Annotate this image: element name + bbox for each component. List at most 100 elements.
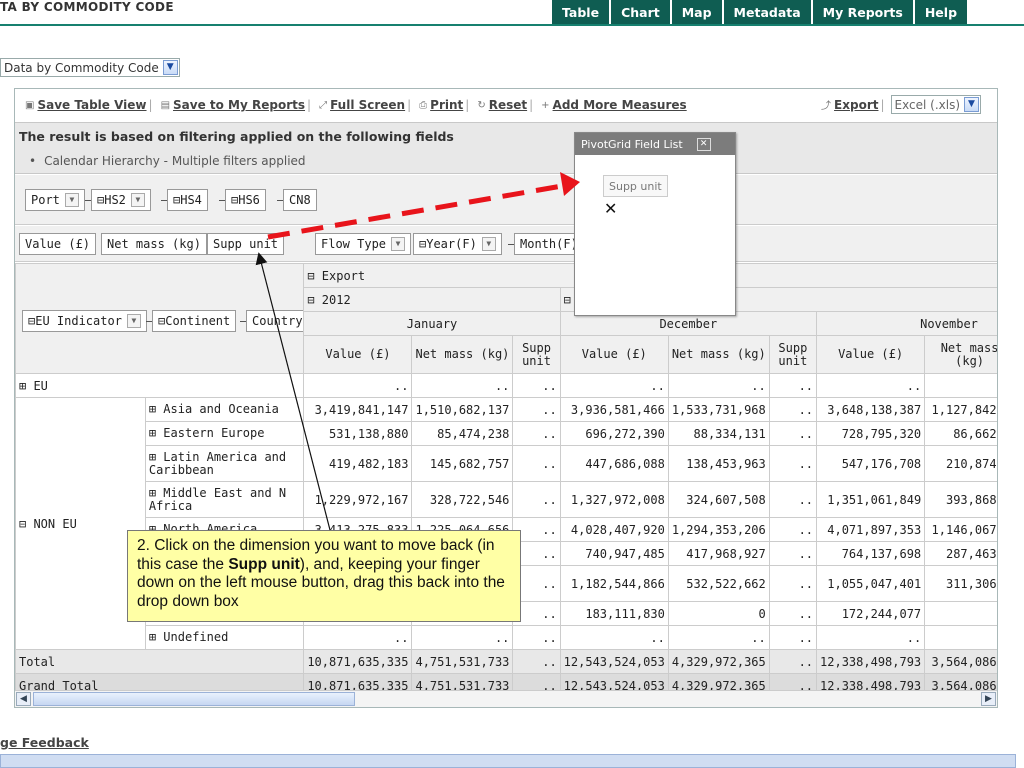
dataset-select[interactable]: Data by Commodity Code ▼ bbox=[0, 58, 180, 77]
expand-icon[interactable]: ⊞ bbox=[19, 379, 33, 393]
fullscreen-icon: ⤢ bbox=[319, 99, 328, 111]
chevron-down-icon[interactable]: ▼ bbox=[126, 314, 141, 328]
field-year[interactable]: ⊟ Year(F) ▼ bbox=[413, 233, 502, 255]
measure-header: Net mass (kg) bbox=[924, 335, 997, 374]
row-label: Undefined bbox=[163, 630, 229, 644]
collapse-icon[interactable]: ⊟ bbox=[307, 269, 321, 283]
tab-chart[interactable]: Chart bbox=[611, 0, 672, 24]
scroll-right-icon[interactable]: ▶ bbox=[981, 692, 996, 706]
expand-icon[interactable]: ⊞ bbox=[149, 630, 163, 644]
table-cell: 1,294,353,206 bbox=[667, 517, 770, 542]
export-format-select[interactable]: Excel (.xls) ▼ bbox=[890, 95, 981, 114]
expand-icon[interactable]: ⊞ bbox=[149, 426, 163, 440]
expand-icon[interactable]: ⊞ bbox=[149, 450, 163, 464]
pivot-table: ⊟ EU Indicator ▼ ⊟ Continent Country ⊟ E… bbox=[15, 263, 997, 698]
chevron-down-icon[interactable]: ▼ bbox=[64, 193, 79, 207]
table-cell: .. bbox=[768, 601, 818, 626]
table-cell: 531,138,880 bbox=[303, 421, 413, 446]
table-cell: 1,182,544,866 bbox=[559, 565, 669, 602]
tab-map[interactable]: Map bbox=[671, 0, 724, 24]
page-scrollbar[interactable] bbox=[0, 754, 1016, 768]
save-table-view-link[interactable]: Save Table View bbox=[37, 98, 146, 112]
close-icon[interactable]: ✕ bbox=[696, 137, 711, 151]
collapse-icon[interactable]: ⊟ bbox=[564, 293, 571, 307]
chevron-down-icon[interactable]: ▼ bbox=[964, 97, 979, 112]
row-header-label[interactable]: ⊞ Latin America and Caribbean bbox=[144, 445, 305, 482]
tab-help[interactable]: Help bbox=[914, 0, 968, 24]
collapse-icon[interactable]: ⊟ bbox=[419, 237, 426, 251]
field-port[interactable]: Port ▼ bbox=[25, 189, 85, 211]
divider: | bbox=[529, 98, 534, 112]
reset-link[interactable]: Reset bbox=[489, 98, 527, 112]
table-cell: .. bbox=[768, 397, 818, 422]
field-continent[interactable]: ⊟ Continent bbox=[152, 310, 237, 332]
collapse-icon[interactable]: ⊟ bbox=[231, 193, 238, 207]
tab-metadata[interactable]: Metadata bbox=[723, 0, 813, 24]
table-row: ⊞ Undefined.............. bbox=[16, 625, 997, 650]
table-cell: .. bbox=[816, 373, 926, 398]
measure-header: Supp unit bbox=[512, 335, 561, 374]
column-header-year[interactable]: ⊟ 2012 bbox=[303, 287, 561, 312]
row-header-label[interactable]: ⊞ Eastern Europe bbox=[144, 421, 305, 446]
collapse-icon[interactable]: ⊟ bbox=[19, 517, 33, 531]
collapse-icon[interactable]: ⊟ bbox=[28, 314, 35, 328]
field-hs2[interactable]: ⊟ HS2 ▼ bbox=[91, 189, 151, 211]
field-value[interactable]: Value (£) bbox=[19, 233, 97, 255]
expand-icon[interactable]: ⊞ bbox=[149, 402, 163, 416]
table-cell: 324,607,508 bbox=[667, 481, 770, 518]
field-label: CN8 bbox=[289, 193, 311, 207]
field-supp-unit[interactable]: Supp unit bbox=[207, 233, 285, 255]
table-cell: 3,419,841,147 bbox=[303, 397, 413, 422]
tab-my-reports[interactable]: My Reports bbox=[812, 0, 915, 24]
measure-header: Net mass (kg) bbox=[667, 335, 770, 374]
table-cell: 12,543,524,053 bbox=[559, 649, 669, 674]
plus-icon: + bbox=[541, 99, 550, 111]
collapse-icon[interactable]: ⊟ bbox=[307, 293, 321, 307]
table-cell: 1,533,731,968 bbox=[667, 397, 770, 422]
table-cell: 447,686,088 bbox=[559, 445, 669, 482]
collapse-icon[interactable]: ⊟ bbox=[97, 193, 104, 207]
chevron-down-icon[interactable]: ▼ bbox=[130, 193, 145, 207]
row-label: Middle East and N Africa bbox=[148, 485, 287, 513]
collapse-icon[interactable]: ⊟ bbox=[173, 193, 180, 207]
field-hs4[interactable]: ⊟ HS4 bbox=[167, 189, 208, 211]
expand-icon[interactable]: ⊞ bbox=[149, 486, 163, 500]
chevron-down-icon[interactable]: ▼ bbox=[481, 237, 496, 251]
export-link[interactable]: Export bbox=[834, 98, 878, 112]
chevron-down-icon[interactable]: ▼ bbox=[391, 237, 406, 251]
row-header-group[interactable]: ⊞ EU bbox=[15, 373, 305, 398]
row-header-group[interactable]: ⊟ NON EU bbox=[15, 397, 146, 650]
column-header-month: November bbox=[816, 311, 997, 336]
table-row: ⊞ EU.............. bbox=[15, 373, 997, 398]
field-flow-type[interactable]: Flow Type ▼ bbox=[315, 233, 412, 255]
row-header-label[interactable]: ⊞ Middle East and N Africa bbox=[144, 481, 305, 518]
table-cell: .. bbox=[667, 373, 770, 398]
scroll-left-icon[interactable]: ◀ bbox=[16, 692, 31, 706]
field-eu-indicator[interactable]: ⊟ EU Indicator ▼ bbox=[22, 310, 147, 332]
field-hs6[interactable]: ⊟ HS6 bbox=[225, 189, 266, 211]
measure-header: Value (£) bbox=[816, 335, 926, 374]
field-country[interactable]: Country bbox=[246, 310, 303, 332]
row-header-label[interactable]: ⊞ Asia and Oceania bbox=[144, 397, 305, 422]
filter-info-title: The result is based on filtering applied… bbox=[19, 129, 454, 144]
export-format-value: Excel (.xls) bbox=[894, 97, 960, 112]
print-link[interactable]: Print bbox=[430, 98, 463, 112]
export-block: ⤴ Export | Excel (.xls) ▼ bbox=[815, 95, 981, 114]
row-label: Asia and Oceania bbox=[163, 402, 279, 416]
field-list-item[interactable]: Supp unit bbox=[603, 175, 668, 197]
scroll-thumb[interactable] bbox=[33, 692, 355, 706]
tab-table[interactable]: Table bbox=[552, 0, 612, 24]
field-net-mass[interactable]: Net mass (kg) bbox=[101, 233, 207, 255]
table-cell: 1,351,061,849 bbox=[816, 481, 926, 518]
field-cn8[interactable]: CN8 bbox=[283, 189, 317, 211]
full-screen-link[interactable]: Full Screen bbox=[330, 98, 405, 112]
field-label: Country bbox=[252, 314, 303, 328]
feedback-link[interactable]: ge Feedback bbox=[0, 735, 89, 750]
save-to-my-reports-link[interactable]: Save to My Reports bbox=[173, 98, 305, 112]
collapse-icon[interactable]: ⊟ bbox=[158, 314, 165, 328]
add-more-measures-link[interactable]: Add More Measures bbox=[553, 98, 687, 112]
measure-header: Supp unit bbox=[768, 335, 818, 374]
horizontal-scrollbar[interactable]: ◀ ▶ bbox=[15, 690, 997, 707]
chevron-down-icon[interactable]: ▼ bbox=[162, 60, 178, 75]
row-header-label[interactable]: ⊞ Undefined bbox=[144, 625, 305, 650]
